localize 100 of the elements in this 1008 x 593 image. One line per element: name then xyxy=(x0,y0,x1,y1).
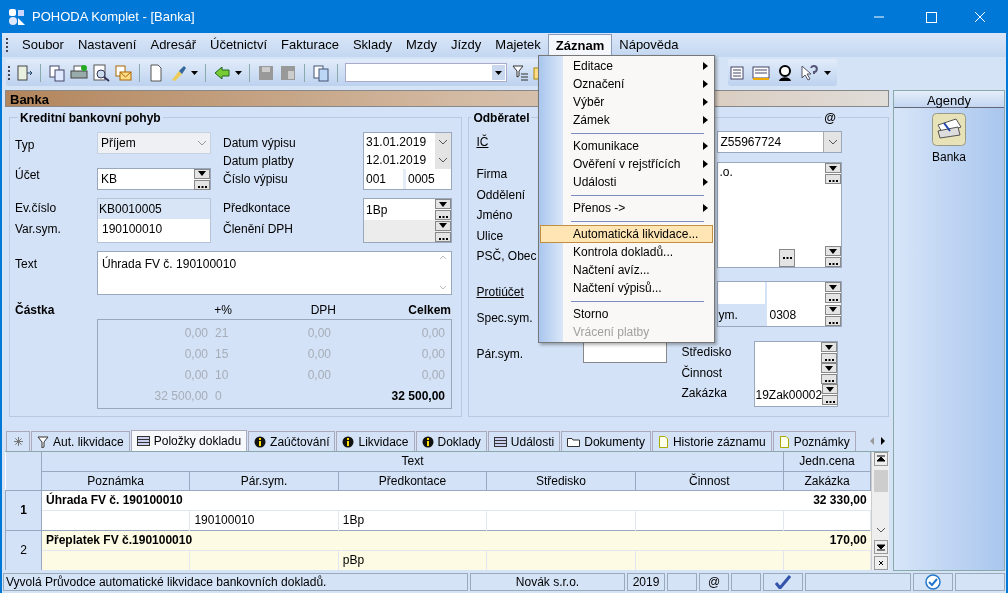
tab[interactable]: Poznámky xyxy=(772,431,856,451)
date-field[interactable]: 12.01.2019 xyxy=(364,151,451,169)
close-icon[interactable] xyxy=(873,556,888,570)
tab[interactable]: Události xyxy=(487,431,561,451)
menu-item[interactable]: Jízdy xyxy=(444,34,489,56)
row-number[interactable]: 2 xyxy=(5,530,42,570)
chevron-down-icon[interactable] xyxy=(438,157,448,163)
id-number-field[interactable]: Z55967724 xyxy=(717,131,843,153)
dropdown-item[interactable]: Události xyxy=(540,173,713,191)
vertical-scrollbar[interactable] xyxy=(871,452,889,570)
new-document-icon[interactable] xyxy=(147,63,165,82)
vat-breakdown-field[interactable] xyxy=(364,220,451,242)
variable-symbol-field[interactable]: 190100010 xyxy=(98,219,210,242)
ellipsis-button[interactable] xyxy=(825,315,842,326)
chevron-down-icon[interactable] xyxy=(875,526,886,534)
tab[interactable]: Dokumenty xyxy=(561,431,651,451)
note-icon[interactable] xyxy=(752,63,770,82)
dropdown-item[interactable]: Označení xyxy=(540,75,713,93)
ellipsis-button[interactable] xyxy=(825,293,842,303)
menu-item[interactable]: Sklady xyxy=(345,34,399,56)
statement-number-field[interactable]: 001 xyxy=(364,169,406,189)
status-at-sign: @ xyxy=(699,573,729,591)
tab[interactable]: Položky dokladu xyxy=(130,430,248,451)
dropdown-button[interactable] xyxy=(435,199,451,209)
menu-item[interactable]: Záznam xyxy=(547,34,613,56)
printer-icon[interactable] xyxy=(70,63,88,82)
ellipsis-button[interactable] xyxy=(825,257,842,267)
dropdown-item[interactable]: Kontrola dokladů... xyxy=(540,243,713,261)
ellipsis-button[interactable] xyxy=(194,179,210,190)
dropdown-button[interactable] xyxy=(825,282,842,292)
copy-documents-icon[interactable] xyxy=(48,63,66,82)
tab[interactable]: Doklady xyxy=(415,431,487,451)
menu-item[interactable]: Adresář xyxy=(143,34,203,56)
help-pointer-icon[interactable] xyxy=(800,63,818,82)
scrollbar-thumb[interactable] xyxy=(873,470,888,492)
filter-icon[interactable] xyxy=(511,63,529,82)
bank-agenda-icon[interactable] xyxy=(932,113,966,146)
dropdown-button[interactable] xyxy=(822,384,839,394)
tab[interactable]: Zaúčtování xyxy=(248,431,336,451)
bank-code-field[interactable] xyxy=(767,282,842,304)
brush-icon[interactable] xyxy=(169,63,187,82)
ellipsis-button[interactable] xyxy=(825,174,842,184)
row-number[interactable]: 1 xyxy=(5,490,42,530)
dropdown-item[interactable]: Načtení avíz... xyxy=(540,261,713,279)
tab[interactable]: Aut. likvidace xyxy=(31,431,130,451)
dropdown-button[interactable] xyxy=(194,168,210,179)
statement-number-field[interactable]: 0005 xyxy=(406,169,451,189)
dropdown-item[interactable]: Ověření v rejstřících xyxy=(540,155,713,173)
person-icon[interactable] xyxy=(776,63,794,82)
menu-item[interactable]: Fakturace xyxy=(274,34,346,56)
dropdown-button[interactable] xyxy=(821,342,838,352)
menu-item[interactable]: Mzdy xyxy=(398,34,444,56)
chevron-down-icon[interactable] xyxy=(438,139,448,145)
ellipsis-button[interactable] xyxy=(435,210,451,220)
ellipsis-button[interactable] xyxy=(821,374,838,384)
menu-item[interactable]: Účetnictví xyxy=(203,34,275,56)
constant-symbol-field[interactable]: 0308 xyxy=(767,304,842,326)
back-arrow-icon[interactable] xyxy=(213,63,231,82)
dropdown-item[interactable]: Přenos -> xyxy=(540,199,713,217)
ellipsis-button[interactable] xyxy=(821,353,838,363)
account-number-field[interactable] xyxy=(718,282,766,304)
ellipsis-button[interactable] xyxy=(822,395,839,405)
dropdown-button[interactable] xyxy=(825,304,842,315)
ellipsis-button[interactable] xyxy=(435,231,451,242)
print-preview-icon[interactable] xyxy=(92,63,110,82)
dropdown-button[interactable] xyxy=(825,246,842,256)
menu-item[interactable]: Nastavení xyxy=(70,34,144,56)
list-icon[interactable] xyxy=(728,63,746,82)
caret-icon[interactable] xyxy=(824,70,831,75)
field-label: Oddělení xyxy=(476,186,526,204)
tab[interactable]: Likvidace xyxy=(336,431,415,451)
pair-symbol-field[interactable] xyxy=(583,341,668,363)
dropdown-item[interactable]: Komunikace xyxy=(540,137,713,155)
tab[interactable]: Historie záznamu xyxy=(651,431,772,451)
dropdown-button[interactable] xyxy=(825,163,842,173)
agenda-label[interactable]: Banka xyxy=(932,148,966,166)
dropdown-item[interactable]: Zámek xyxy=(540,111,713,129)
chevron-down-icon[interactable] xyxy=(827,139,838,145)
dropdown-item[interactable]: Načtení výpisů... xyxy=(540,279,713,297)
date-field[interactable]: 31.01.2019 xyxy=(364,133,451,151)
door-exit-icon[interactable] xyxy=(15,63,33,82)
asterisk-tab[interactable] xyxy=(6,431,30,451)
dropdown-button[interactable] xyxy=(435,220,451,231)
copy-documents-icon[interactable] xyxy=(312,63,330,82)
ellipsis-button[interactable] xyxy=(779,249,796,267)
scroll-bottom-icon[interactable] xyxy=(873,540,888,554)
dropdown-item[interactable]: Storno xyxy=(540,305,713,323)
account-field[interactable]: KB xyxy=(97,168,211,190)
menu-item[interactable]: Majetek xyxy=(488,34,548,56)
menu-item[interactable]: Nápověda xyxy=(612,34,686,56)
pre-posting-field[interactable]: 1Bp xyxy=(364,199,451,220)
dropdown-item[interactable]: Automatická likvidace... xyxy=(540,225,713,243)
type-select[interactable]: Příjem xyxy=(97,132,211,154)
address-field[interactable]: .o. xyxy=(717,162,843,268)
scroll-top-icon[interactable] xyxy=(873,452,888,466)
caret-icon[interactable] xyxy=(191,70,198,75)
caret-icon[interactable] xyxy=(235,70,242,75)
menu-item[interactable]: Soubor xyxy=(15,34,71,56)
dropdown-button[interactable] xyxy=(821,363,838,373)
dropdown-item[interactable]: Editace xyxy=(540,57,713,75)
